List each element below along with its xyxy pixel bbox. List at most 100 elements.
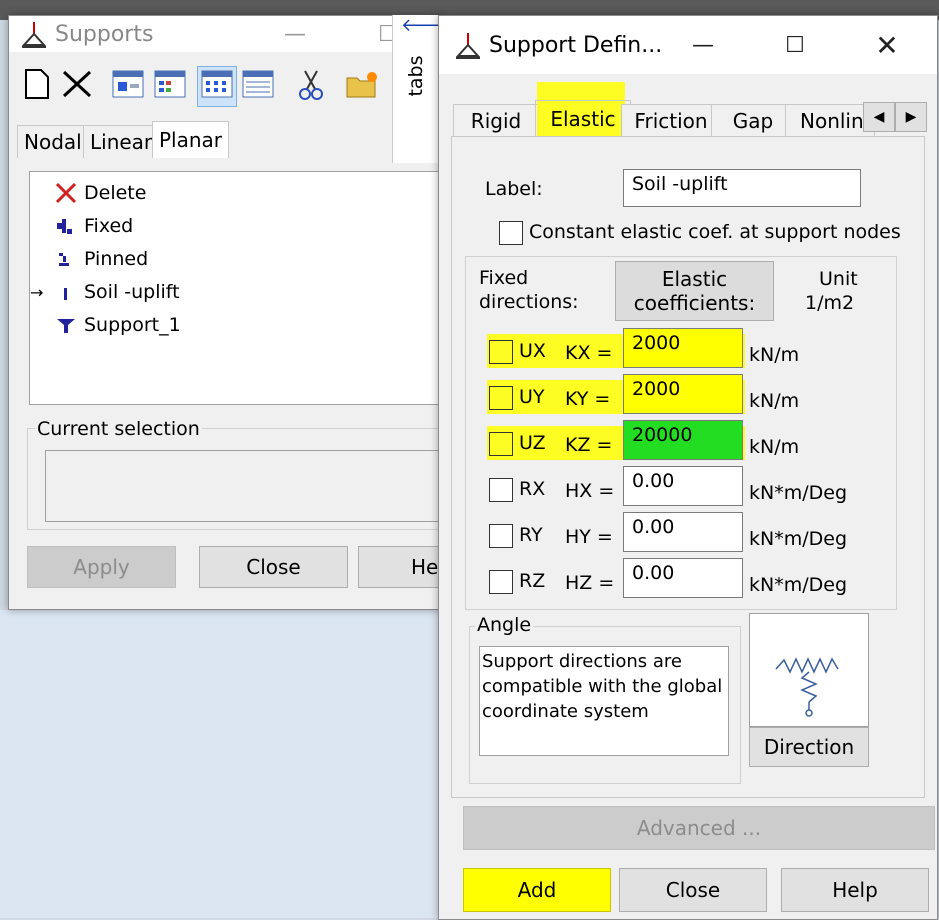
tab-friction[interactable]: Friction	[621, 104, 721, 137]
tabs-vertical-label: tabs	[405, 55, 427, 97]
constant-coef-label: Constant elastic coef. at support nodes	[529, 221, 901, 243]
tab-scroll-left-button[interactable]: ◀	[863, 102, 895, 132]
fixed-support-icon	[57, 219, 72, 234]
direction-preview	[749, 613, 869, 727]
direction-uy-label: UY	[519, 386, 545, 408]
label-field[interactable]: Soil -uplift	[623, 169, 861, 207]
definition-minimize-button[interactable]: —	[679, 16, 727, 74]
coef-ry-unit: kN*m/Deg	[749, 528, 848, 550]
advanced-button[interactable]: Advanced ...	[463, 806, 935, 850]
coef-uz-input[interactable]: 20000	[623, 420, 743, 460]
direction-rx-label: RX	[519, 478, 546, 500]
coef-ux-unit: kN/m	[749, 344, 800, 366]
direction-rz-label: RZ	[519, 570, 546, 592]
tab-nonlinear[interactable]: Nonline	[785, 104, 875, 137]
delete-x-icon	[55, 182, 77, 204]
coef-rz-label: HZ =	[565, 572, 615, 594]
definition-app-icon	[455, 33, 481, 59]
coef-ry-input[interactable]: 0.00	[623, 512, 743, 552]
list-item[interactable]: Delete	[54, 178, 146, 208]
support-1-icon	[57, 319, 75, 333]
supports-minimize-button[interactable]: —	[271, 16, 319, 52]
supports-title: Supports	[55, 21, 154, 47]
tab-linear[interactable]: Linear	[83, 125, 160, 158]
coef-rx-unit: kN*m/Deg	[749, 482, 848, 504]
new-document-icon[interactable]	[23, 68, 51, 105]
direction-uy-checkbox[interactable]	[489, 386, 513, 410]
direction-rx-checkbox[interactable]	[489, 478, 513, 502]
list-item-label: Support_1	[84, 314, 181, 336]
current-selection-label: Current selection	[35, 418, 202, 440]
coef-rz-input[interactable]: 0.00	[623, 558, 743, 598]
direction-ry-checkbox[interactable]	[489, 524, 513, 548]
pinned-support-icon	[59, 253, 69, 266]
soil-support-icon	[64, 288, 67, 300]
coef-uy-label: KY =	[565, 388, 611, 410]
supports-app-icon	[21, 22, 47, 48]
tab-scroll-right-button[interactable]: ▶	[895, 102, 927, 132]
direction-ux-checkbox[interactable]	[489, 340, 513, 364]
supports-window: Supports — ☐ Nodal Linear Planar Delete …	[8, 15, 443, 610]
list-item[interactable]: → Soil -uplift	[30, 277, 180, 307]
fixed-directions-label: Fixed directions:	[479, 266, 599, 314]
list-view-icon[interactable]	[197, 66, 237, 107]
support-list[interactable]: Delete Fixed Pinned → Soil -uplift Suppo…	[29, 171, 443, 405]
list-item-label: Soil -uplift	[84, 281, 180, 303]
supports-close-button[interactable]: Close	[199, 546, 348, 588]
direction-uz-checkbox[interactable]	[489, 432, 513, 456]
list-item[interactable]: Support_1	[54, 310, 181, 340]
add-button[interactable]: Add	[463, 868, 611, 912]
definition-maximize-button[interactable]: ☐	[771, 16, 819, 74]
list-item[interactable]: Pinned	[54, 244, 148, 274]
elastic-coefficients-button[interactable]: Elastic coefficients:	[615, 261, 774, 321]
angle-label: Angle	[475, 614, 534, 636]
constant-coef-checkbox[interactable]	[499, 221, 523, 245]
list-item-label: Fixed	[84, 215, 134, 237]
tabs-side-panel[interactable]: 🡐 tabs	[392, 15, 449, 163]
coef-ux-label: KX =	[565, 342, 613, 364]
current-arrow-icon: →	[30, 282, 44, 302]
support-definition-window: Support Defin... — ☐ ✕ Rigid Elastic Fri…	[438, 15, 938, 920]
definition-close-icon[interactable]: ✕	[863, 16, 911, 74]
angle-text: Support directions are compatible with t…	[482, 651, 723, 722]
list-item[interactable]: Fixed	[54, 211, 133, 241]
direction-ux-label: UX	[519, 340, 546, 362]
small-icons-view-icon[interactable]	[154, 70, 186, 103]
direction-ry-label: RY	[519, 524, 543, 546]
direction-button[interactable]: Direction	[749, 727, 869, 767]
delete-icon[interactable]	[61, 69, 93, 104]
coef-uz-unit: kN/m	[749, 436, 800, 458]
tab-nodal[interactable]: Nodal	[17, 125, 89, 158]
spring-support-icon	[775, 657, 839, 717]
add-button-label: Add	[517, 878, 557, 902]
large-icons-view-icon[interactable]	[112, 70, 144, 103]
unit-value: 1/m2	[805, 292, 855, 314]
tab-elastic[interactable]: Elastic	[535, 100, 631, 137]
supports-help-button[interactable]: Help	[358, 546, 443, 588]
coef-rz-unit: kN*m/Deg	[749, 574, 848, 596]
direction-uz-label: UZ	[519, 432, 546, 454]
coef-uy-unit: kN/m	[749, 390, 800, 412]
list-item-label: Delete	[84, 182, 147, 204]
definition-help-button[interactable]: Help	[781, 868, 929, 912]
definition-close-button[interactable]: Close	[619, 868, 767, 912]
unit-header: Unit	[819, 268, 858, 290]
definition-title: Support Defin...	[489, 32, 663, 58]
desktop-background	[0, 610, 440, 918]
coef-ux-input[interactable]: 2000	[623, 328, 743, 368]
scissors-icon[interactable]	[297, 69, 325, 106]
tab-planar[interactable]: Planar	[152, 121, 230, 158]
list-item-label: Pinned	[84, 248, 149, 270]
current-selection-field[interactable]	[45, 450, 443, 522]
apply-button[interactable]: Apply	[27, 546, 176, 588]
coef-rx-input[interactable]: 0.00	[623, 466, 743, 506]
details-view-icon[interactable]	[242, 70, 274, 103]
coef-ry-label: HY =	[565, 526, 613, 548]
direction-rz-checkbox[interactable]	[489, 570, 513, 594]
open-folder-icon[interactable]	[345, 70, 379, 105]
tab-rigid[interactable]: Rigid	[453, 104, 539, 137]
coef-uy-input[interactable]: 2000	[623, 374, 743, 414]
coef-rx-label: HX =	[565, 480, 615, 502]
label-caption: Label:	[485, 178, 543, 200]
tab-gap[interactable]: Gap	[711, 104, 795, 137]
